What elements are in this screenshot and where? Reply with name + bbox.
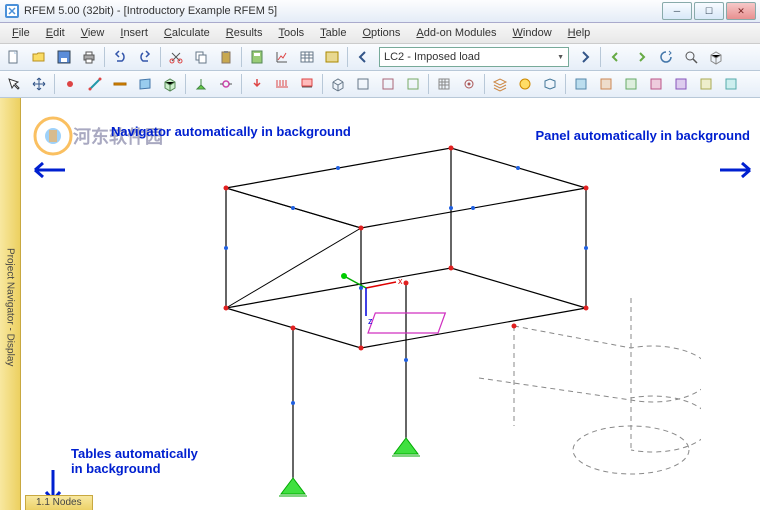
load-line-icon[interactable]: [270, 72, 294, 96]
solid-icon[interactable]: [158, 72, 182, 96]
options-icon[interactable]: [320, 45, 344, 69]
app-icon: [4, 3, 20, 19]
support-icon[interactable]: [189, 72, 213, 96]
load-point-icon[interactable]: [245, 72, 269, 96]
misc5-icon[interactable]: [669, 72, 693, 96]
move-icon[interactable]: [27, 72, 51, 96]
model-canvas[interactable]: 河东软件园 Navigator automatically in backgro…: [21, 98, 760, 510]
calc-icon[interactable]: [245, 45, 269, 69]
dropdown-arrow-icon: ▼: [557, 54, 564, 61]
lc-prev-icon[interactable]: [351, 45, 375, 69]
toolbar-model: [0, 71, 760, 98]
paste-icon[interactable]: [214, 45, 238, 69]
titlebar: RFEM 5.00 (32bit) - [Introductory Exampl…: [0, 0, 760, 23]
annot-navigator: Navigator automatically in background: [111, 124, 351, 139]
separator: [241, 47, 242, 67]
nav-right-icon[interactable]: [629, 45, 653, 69]
menu-file[interactable]: File: [4, 25, 38, 41]
arrow-left-icon: [27, 158, 67, 182]
surface-icon[interactable]: [133, 72, 157, 96]
print-icon[interactable]: [77, 45, 101, 69]
separator: [54, 74, 55, 94]
zoom-icon[interactable]: [679, 45, 703, 69]
grid-icon[interactable]: [432, 72, 456, 96]
menu-tools[interactable]: Tools: [270, 25, 312, 41]
nav-left-icon[interactable]: [604, 45, 628, 69]
separator: [241, 74, 242, 94]
redo-icon[interactable]: [133, 45, 157, 69]
sidebar-tab-label: Project Navigator - Display: [5, 248, 16, 366]
window-buttons: ─ ☐ ✕: [662, 2, 756, 20]
window-title: RFEM 5.00 (32bit) - [Introductory Exampl…: [24, 5, 662, 17]
view-xz-icon[interactable]: [376, 72, 400, 96]
member-icon[interactable]: [108, 72, 132, 96]
separator: [104, 47, 105, 67]
lc-next-icon[interactable]: [573, 45, 597, 69]
save-icon[interactable]: [52, 45, 76, 69]
layers-icon[interactable]: [488, 72, 512, 96]
select-icon[interactable]: [2, 72, 26, 96]
node-icon[interactable]: [58, 72, 82, 96]
open-icon[interactable]: [27, 45, 51, 69]
misc6-icon[interactable]: [694, 72, 718, 96]
separator: [160, 47, 161, 67]
view-xy-icon[interactable]: [351, 72, 375, 96]
menu-results[interactable]: Results: [218, 25, 271, 41]
results-icon[interactable]: [270, 45, 294, 69]
menu-window[interactable]: Window: [505, 25, 560, 41]
loadcase-text: LC2 - Imposed load: [384, 51, 480, 63]
table-icon[interactable]: [295, 45, 319, 69]
svg-text:x: x: [398, 276, 403, 286]
misc3-icon[interactable]: [619, 72, 643, 96]
misc2-icon[interactable]: [594, 72, 618, 96]
menu-insert[interactable]: Insert: [112, 25, 156, 41]
separator: [484, 74, 485, 94]
sidebar-tab-navigator[interactable]: Project Navigator - Display: [0, 98, 21, 510]
minimize-button[interactable]: ─: [662, 2, 692, 20]
separator: [322, 74, 323, 94]
svg-text:z: z: [368, 316, 373, 326]
menu-view[interactable]: View: [73, 25, 113, 41]
misc4-icon[interactable]: [644, 72, 668, 96]
snap-icon[interactable]: [457, 72, 481, 96]
refresh-icon[interactable]: [654, 45, 678, 69]
bottom-tab-label: 1.1 Nodes: [36, 497, 82, 508]
wireframe-icon[interactable]: [538, 72, 562, 96]
render-icon[interactable]: [513, 72, 537, 96]
maximize-button[interactable]: ☐: [694, 2, 724, 20]
menu-addon[interactable]: Add-on Modules: [408, 25, 504, 41]
cut-icon[interactable]: [164, 45, 188, 69]
menu-calculate[interactable]: Calculate: [156, 25, 218, 41]
loadcase-select[interactable]: LC2 - Imposed load ▼: [379, 47, 569, 67]
view-iso-icon[interactable]: [326, 72, 350, 96]
toolbar-main: LC2 - Imposed load ▼: [0, 44, 760, 71]
separator: [185, 74, 186, 94]
model-3d: x z: [171, 138, 701, 498]
view-yz-icon[interactable]: [401, 72, 425, 96]
workspace: Project Navigator - Display 河东软件园 Naviga…: [0, 98, 760, 510]
hinge-icon[interactable]: [214, 72, 238, 96]
separator: [600, 47, 601, 67]
view3d-icon[interactable]: [704, 45, 728, 69]
menu-help[interactable]: Help: [560, 25, 599, 41]
menu-table[interactable]: Table: [312, 25, 354, 41]
close-button[interactable]: ✕: [726, 2, 756, 20]
load-area-icon[interactable]: [295, 72, 319, 96]
new-icon[interactable]: [2, 45, 26, 69]
line-icon[interactable]: [83, 72, 107, 96]
misc7-icon[interactable]: [719, 72, 743, 96]
misc1-icon[interactable]: [569, 72, 593, 96]
menu-options[interactable]: Options: [354, 25, 408, 41]
arrow-right-icon: [718, 158, 758, 182]
separator: [347, 47, 348, 67]
separator: [428, 74, 429, 94]
separator: [565, 74, 566, 94]
copy-icon[interactable]: [189, 45, 213, 69]
menubar: File Edit View Insert Calculate Results …: [0, 23, 760, 44]
undo-icon[interactable]: [108, 45, 132, 69]
bottom-tab-nodes[interactable]: 1.1 Nodes: [25, 495, 93, 510]
menu-edit[interactable]: Edit: [38, 25, 73, 41]
